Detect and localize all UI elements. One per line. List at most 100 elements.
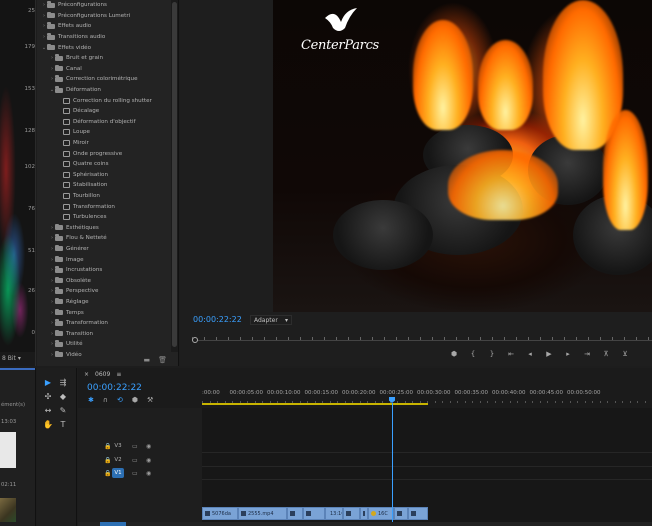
effects-folder[interactable]: › Esthétiques bbox=[37, 222, 171, 233]
timeline-clip[interactable] bbox=[287, 507, 303, 520]
lift-icon[interactable]: ⊼ bbox=[602, 350, 610, 358]
lock-icon[interactable]: 🔒 bbox=[104, 443, 111, 450]
linked-selection-icon[interactable]: ⟲ bbox=[117, 396, 123, 404]
clip-label: 13:1€ bbox=[330, 510, 343, 517]
go-to-out-icon[interactable]: ⇥ bbox=[583, 350, 591, 358]
effect-item[interactable]: Turbulences bbox=[37, 212, 171, 223]
pen-tool-icon[interactable]: ✎ bbox=[57, 404, 69, 416]
effects-folder[interactable]: ⌄ Effets vidéo bbox=[37, 42, 171, 53]
hand-tool-icon[interactable]: ✋ bbox=[42, 418, 54, 430]
effects-folder[interactable]: › Image bbox=[37, 254, 171, 265]
track-header-v3[interactable]: 🔒 V3 ▭ ◉ bbox=[78, 440, 202, 452]
timeline-clip[interactable] bbox=[343, 507, 360, 520]
timeline-clip[interactable] bbox=[303, 507, 325, 520]
timeline-clip[interactable] bbox=[408, 507, 428, 520]
effects-folder[interactable]: › Utilité bbox=[37, 339, 171, 350]
fit-zoom-select[interactable]: Adapter ▾ bbox=[250, 315, 292, 325]
effect-item[interactable]: Déformation d'objectif bbox=[37, 117, 171, 128]
effects-folder[interactable]: › Canal bbox=[37, 64, 171, 75]
play-icon[interactable]: ▶ bbox=[545, 350, 553, 358]
track-name[interactable]: V2 bbox=[112, 455, 124, 465]
sync-lock-icon[interactable]: ▭ bbox=[132, 457, 138, 464]
timeline-clip[interactable]: 16C bbox=[368, 507, 394, 520]
source-patch-v1[interactable] bbox=[100, 522, 126, 526]
extract-icon[interactable]: ⊻ bbox=[621, 350, 629, 358]
step-forward-icon[interactable]: ▸ bbox=[564, 350, 572, 358]
tab-sequence[interactable]: 0609 bbox=[95, 371, 110, 378]
slip-tool-icon[interactable]: ↔ bbox=[42, 404, 54, 416]
scrollbar-thumb[interactable] bbox=[172, 2, 177, 347]
effects-folder[interactable]: › Préconfigurations Lumetri bbox=[37, 11, 171, 22]
trash-icon[interactable]: 🗑 bbox=[158, 356, 167, 364]
effect-item[interactable]: Transformation bbox=[37, 201, 171, 212]
snap-icon[interactable]: ∩ bbox=[103, 396, 108, 404]
add-marker-icon[interactable]: ⬢ bbox=[132, 396, 138, 404]
clip-thumbnail[interactable] bbox=[0, 498, 16, 522]
mark-out-icon[interactable]: } bbox=[488, 350, 496, 358]
sync-lock-icon[interactable]: ▭ bbox=[132, 443, 138, 450]
effects-folder[interactable]: › Réglage bbox=[37, 297, 171, 308]
playhead-timecode[interactable]: 00:00:22:22 bbox=[193, 315, 242, 324]
effects-folder[interactable]: › Transition bbox=[37, 328, 171, 339]
effect-item[interactable]: Correction du rolling shutter bbox=[37, 95, 171, 106]
eye-icon[interactable]: ◉ bbox=[146, 443, 151, 450]
timeline-clip[interactable] bbox=[360, 507, 368, 520]
track-name[interactable]: V1 bbox=[112, 468, 124, 478]
timeline-clip[interactable]: 5076da bbox=[202, 507, 238, 520]
go-to-in-icon[interactable]: ⇤ bbox=[507, 350, 515, 358]
timeline-scrollbar[interactable] bbox=[78, 522, 652, 526]
effect-item[interactable]: Décalage bbox=[37, 106, 171, 117]
type-tool-icon[interactable]: T bbox=[57, 418, 69, 430]
timeline-clip[interactable]: 2555.mp4 bbox=[238, 507, 287, 520]
monitor-playhead[interactable] bbox=[192, 337, 198, 343]
wrench-icon[interactable]: ⚒ bbox=[147, 396, 153, 404]
step-back-icon[interactable]: ◂ bbox=[526, 350, 534, 358]
effects-folder[interactable]: › Perspective bbox=[37, 286, 171, 297]
eye-icon[interactable]: ◉ bbox=[146, 470, 151, 477]
lock-icon[interactable]: 🔒 bbox=[104, 470, 111, 477]
effect-item[interactable]: Stabilisation bbox=[37, 180, 171, 191]
timeline-clip[interactable]: 13:1€ bbox=[325, 507, 343, 520]
menu-icon[interactable]: ≡ bbox=[116, 371, 121, 378]
close-icon[interactable]: × bbox=[84, 371, 89, 378]
timeline-clip[interactable] bbox=[394, 507, 408, 520]
clip-thumbnail[interactable] bbox=[0, 432, 16, 468]
add-marker-icon[interactable]: ⬢ bbox=[450, 350, 458, 358]
effect-item[interactable]: Loupe bbox=[37, 127, 171, 138]
effects-folder[interactable]: › Obsolète bbox=[37, 275, 171, 286]
effects-folder[interactable]: › Transitions audio bbox=[37, 32, 171, 43]
effects-scrollbar[interactable] bbox=[171, 0, 178, 352]
work-area-bar[interactable] bbox=[202, 403, 428, 405]
effects-folder[interactable]: › Préconfigurations bbox=[37, 0, 171, 11]
track-header-v2[interactable]: 🔒 V2 ▭ ◉ bbox=[78, 454, 202, 466]
effect-item[interactable]: Tourbillon bbox=[37, 191, 171, 202]
eye-icon[interactable]: ◉ bbox=[146, 457, 151, 464]
ripple-edit-tool-icon[interactable]: ✣ bbox=[42, 390, 54, 402]
monitor-time-ruler[interactable] bbox=[192, 333, 652, 341]
track-name[interactable]: V3 bbox=[112, 441, 124, 451]
nest-icon[interactable]: ✱ bbox=[88, 396, 94, 404]
effects-folder[interactable]: › Correction colorimétrique bbox=[37, 74, 171, 85]
lock-icon[interactable]: 🔒 bbox=[104, 457, 111, 464]
effects-folder[interactable]: › Flou & Netteté bbox=[37, 233, 171, 244]
sync-lock-icon[interactable]: ▭ bbox=[132, 470, 138, 477]
track-select-tool-icon[interactable]: ⇶ bbox=[57, 376, 69, 388]
razor-tool-icon[interactable]: ◆ bbox=[57, 390, 69, 402]
effects-folder[interactable]: › Effets audio bbox=[37, 21, 171, 32]
selection-tool-icon[interactable]: ▶ bbox=[42, 376, 54, 388]
effect-item[interactable]: Miroir bbox=[37, 138, 171, 149]
effect-item[interactable]: Sphérisation bbox=[37, 170, 171, 181]
effects-folder[interactable]: › Transformation bbox=[37, 318, 171, 329]
effect-item[interactable]: Quatre coins bbox=[37, 159, 171, 170]
effects-folder[interactable]: ⌄ Déformation bbox=[37, 85, 171, 96]
mark-in-icon[interactable]: { bbox=[469, 350, 477, 358]
effects-folder[interactable]: › Générer bbox=[37, 244, 171, 255]
bit-depth-select[interactable]: 8 Bit ▾ bbox=[2, 353, 34, 363]
new-bin-icon[interactable]: ▬ bbox=[143, 356, 150, 364]
effects-folder[interactable]: › Incrustations bbox=[37, 265, 171, 276]
track-header-v1[interactable]: 🔒 V1 ▭ ◉ bbox=[78, 467, 202, 479]
effects-folder[interactable]: › Bruit et grain bbox=[37, 53, 171, 64]
effect-item[interactable]: Onde progressive bbox=[37, 148, 171, 159]
timeline-timecode[interactable]: 00:00:22:22 bbox=[87, 383, 142, 393]
effects-folder[interactable]: › Temps bbox=[37, 307, 171, 318]
